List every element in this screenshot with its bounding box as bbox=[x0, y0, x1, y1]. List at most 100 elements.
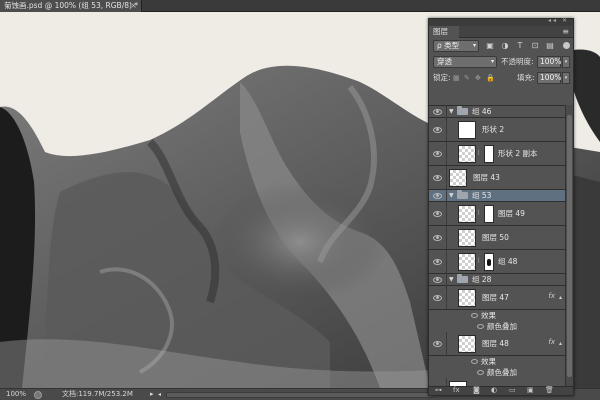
filter-smart-object-icon[interactable]: ▤ bbox=[545, 41, 555, 50]
layer-thumbnail[interactable] bbox=[458, 144, 476, 163]
layer-thumbnail[interactable] bbox=[458, 288, 476, 307]
lock-transparent-icon[interactable]: ▦ bbox=[453, 74, 462, 82]
fx-badge[interactable]: fx bbox=[548, 292, 555, 300]
filter-type-icon[interactable]: T bbox=[515, 41, 525, 50]
fx-expand-icon[interactable]: ▴ bbox=[559, 294, 562, 301]
layer-name[interactable]: 图层 47 bbox=[482, 292, 509, 304]
filter-toggle[interactable] bbox=[563, 42, 570, 49]
layer-list[interactable]: ▼ 组 46 形状 2 ⦚ 形状 2 副本图层 43 ▼ 组 53 ⦚ 图层 49 图层 50 ⦚ 组… bbox=[429, 105, 567, 388]
layer-thumbnail[interactable] bbox=[449, 168, 467, 187]
link-layers-icon[interactable]: ⊶ bbox=[435, 386, 442, 394]
layer-name[interactable]: 组 28 bbox=[472, 274, 491, 286]
visibility-eye-icon[interactable] bbox=[433, 108, 442, 115]
visibility-eye-icon[interactable] bbox=[433, 294, 442, 301]
visibility-eye-icon[interactable] bbox=[433, 276, 442, 283]
layer-group-row[interactable]: ▼ 组 46 bbox=[429, 106, 567, 118]
chain-link-icon[interactable]: ⦚ bbox=[478, 257, 479, 266]
layer-name[interactable]: 图层 48 bbox=[482, 338, 509, 350]
layer-name[interactable]: 图层 43 bbox=[473, 172, 500, 184]
layer-name[interactable]: 图层 49 bbox=[498, 208, 525, 220]
layer-effect-row[interactable]: 效果 bbox=[429, 310, 567, 321]
effect-visibility-icon[interactable] bbox=[471, 358, 478, 364]
layer-name[interactable]: 形状 2 bbox=[482, 124, 504, 136]
chain-link-icon[interactable]: ⦚ bbox=[478, 209, 479, 218]
panel-menu-icon[interactable]: ≡ bbox=[562, 27, 569, 36]
new-group-icon[interactable]: ▭ bbox=[509, 386, 516, 394]
fill-input[interactable]: 100% bbox=[537, 72, 561, 84]
zoom-level[interactable]: 100% bbox=[6, 389, 26, 400]
document-tab[interactable]: 菊蚀画.psd @ 100% (组 53, RGB/8) * × bbox=[0, 0, 142, 12]
layer-effect-row[interactable]: 颜色叠加 bbox=[429, 321, 567, 332]
visibility-eye-icon[interactable] bbox=[433, 210, 442, 217]
add-style-icon[interactable]: fx bbox=[453, 386, 460, 394]
layer-row[interactable]: 图层 43 bbox=[429, 166, 567, 190]
visibility-eye-icon[interactable] bbox=[433, 340, 442, 347]
panel-collapse-close-icon[interactable]: ◂◂ ✕ bbox=[548, 17, 569, 24]
effect-name[interactable]: 颜色叠加 bbox=[487, 367, 517, 379]
new-layer-icon[interactable]: ▣ bbox=[527, 386, 534, 394]
chain-link-icon[interactable]: ⦚ bbox=[478, 149, 479, 158]
expand-triangle-icon[interactable]: ▼ bbox=[449, 276, 454, 283]
blend-mode-dropdown[interactable]: 穿透 ▾ bbox=[433, 56, 497, 68]
effect-visibility-icon[interactable] bbox=[477, 369, 484, 375]
new-adjustment-icon[interactable]: ◐ bbox=[491, 386, 497, 394]
layer-row[interactable]: 形状 2 bbox=[429, 118, 567, 142]
layer-name[interactable]: 图层 50 bbox=[482, 232, 509, 244]
layer-thumbnail[interactable] bbox=[458, 334, 476, 353]
filter-shape-icon[interactable]: ⊡ bbox=[530, 41, 540, 50]
layer-row[interactable]: ⦚ 组 48 bbox=[429, 250, 567, 274]
layer-row[interactable]: ⦚ 形状 2 副本 bbox=[429, 142, 567, 166]
layer-row[interactable]: 图层 50 bbox=[429, 226, 567, 250]
lock-image-icon[interactable]: ✎ bbox=[464, 74, 473, 82]
layer-effect-row[interactable]: 颜色叠加 bbox=[429, 367, 567, 378]
layer-name[interactable]: 组 53 bbox=[472, 190, 491, 202]
status-menu-arrow-icon[interactable]: ▸ bbox=[150, 389, 154, 400]
visibility-eye-icon[interactable] bbox=[433, 150, 442, 157]
fx-expand-icon[interactable]: ▴ bbox=[559, 340, 562, 347]
opacity-input[interactable]: 100% bbox=[537, 56, 561, 68]
add-mask-icon[interactable]: ◙ bbox=[473, 386, 480, 394]
effect-name[interactable]: 颜色叠加 bbox=[487, 321, 517, 333]
fill-slider-arrow-icon[interactable]: ▾ bbox=[562, 72, 570, 84]
layers-scroll-thumb[interactable] bbox=[567, 115, 572, 377]
horizontal-scrollbar[interactable] bbox=[166, 392, 434, 398]
visibility-eye-icon[interactable] bbox=[433, 174, 442, 181]
layer-row[interactable]: 图层 47 fx ▴ bbox=[429, 286, 567, 310]
visibility-eye-icon[interactable] bbox=[433, 126, 442, 133]
layers-scrollbar[interactable] bbox=[565, 105, 573, 388]
layer-thumbnail[interactable] bbox=[458, 252, 476, 271]
layer-name[interactable]: 形状 2 副本 bbox=[498, 148, 538, 160]
filter-pixel-icon[interactable]: ▣ bbox=[485, 41, 495, 50]
layer-thumbnail[interactable] bbox=[458, 228, 476, 247]
layer-name[interactable]: 组 48 bbox=[498, 256, 517, 268]
layer-group-row[interactable]: ▼ 组 28 bbox=[429, 273, 567, 286]
delete-layer-icon[interactable]: 🗑 bbox=[545, 386, 554, 394]
effect-visibility-icon[interactable] bbox=[471, 312, 478, 318]
layer-thumbnail[interactable] bbox=[458, 204, 476, 223]
expand-triangle-icon[interactable]: ▼ bbox=[449, 192, 454, 199]
layer-row[interactable]: 图层 48 fx ▴ bbox=[429, 332, 567, 356]
layer-effect-row[interactable]: 效果 bbox=[429, 356, 567, 367]
layer-mask-thumbnail[interactable] bbox=[484, 144, 494, 163]
scroll-left-icon[interactable]: ◂ bbox=[158, 389, 161, 400]
effect-visibility-icon[interactable] bbox=[477, 323, 484, 329]
expand-triangle-icon[interactable]: ▼ bbox=[449, 108, 454, 115]
visibility-eye-icon[interactable] bbox=[433, 234, 442, 241]
visibility-eye-icon[interactable] bbox=[433, 192, 442, 199]
layer-row[interactable]: ⦚ 图层 49 bbox=[429, 202, 567, 226]
filter-adjustment-icon[interactable]: ◑ bbox=[500, 41, 510, 50]
lock-position-icon[interactable]: ✥ bbox=[475, 74, 484, 82]
opacity-slider-arrow-icon[interactable]: ▾ bbox=[562, 56, 570, 68]
layer-name[interactable]: 组 46 bbox=[472, 106, 491, 118]
status-info-icon[interactable] bbox=[34, 391, 42, 399]
layer-group-row[interactable]: ▼ 组 53 bbox=[429, 189, 567, 202]
layer-mask-thumbnail[interactable] bbox=[484, 252, 494, 271]
tab-layers[interactable]: 图层 bbox=[429, 26, 459, 38]
layer-mask-thumbnail[interactable] bbox=[484, 204, 494, 223]
layer-thumbnail[interactable] bbox=[458, 120, 476, 139]
fx-badge[interactable]: fx bbox=[548, 338, 555, 346]
lock-all-icon[interactable]: 🔒 bbox=[486, 74, 495, 82]
visibility-eye-icon[interactable] bbox=[433, 258, 442, 265]
close-icon[interactable]: × bbox=[130, 0, 137, 12]
filter-kind-dropdown[interactable]: ρ 类型 ▾ bbox=[433, 40, 479, 52]
